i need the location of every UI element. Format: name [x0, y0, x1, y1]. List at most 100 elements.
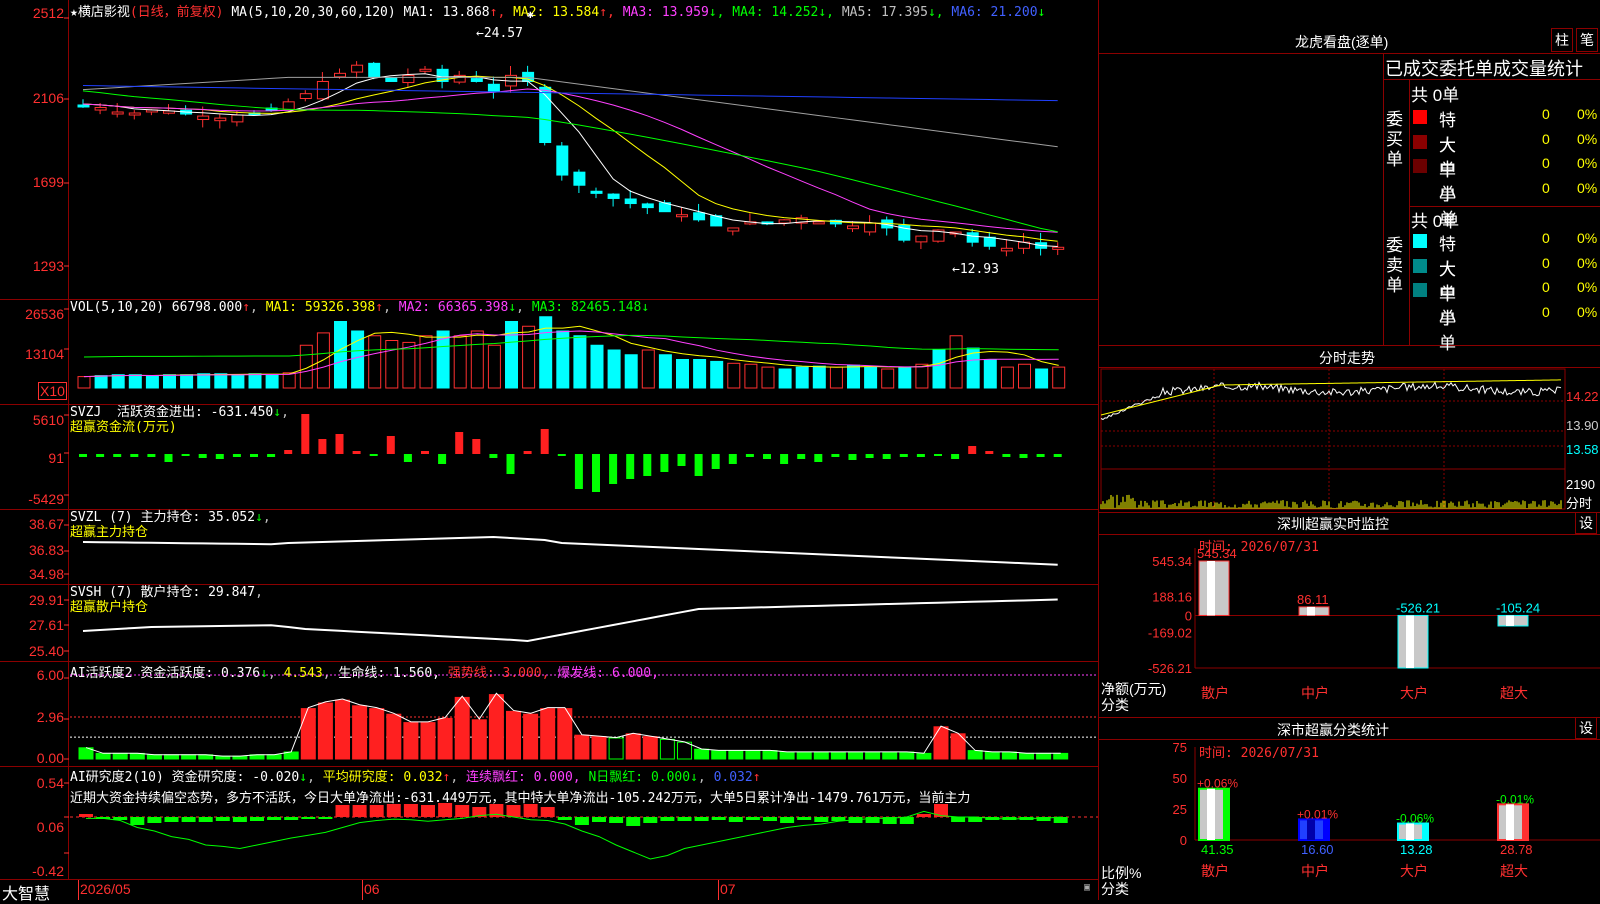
activity-bar	[317, 702, 333, 760]
volume-chart[interactable]	[0, 300, 1098, 405]
volume-bar	[761, 366, 775, 389]
ai-activity-panel[interactable]: 6.00 2.96 0.00 AI活跃度2 资金活跃度: 0.376↓, 4.5…	[0, 662, 1098, 767]
classify-chart[interactable]: 75 50 25 0 +0.06% 41.35 散户 +0.01% 16.60 中户 -0.06% 1…	[1099, 717, 1600, 900]
activity-bar	[266, 754, 282, 760]
fund-bar	[574, 454, 583, 489]
candle	[111, 111, 124, 115]
monitor-y-tick: 188.16	[1152, 590, 1192, 605]
research-bar	[626, 817, 641, 826]
fund-bar	[267, 454, 276, 457]
svzj-panel[interactable]: 5610 91 -5429 SVZJ 活跃资金进出: -631.450↓, 超赢…	[0, 405, 1098, 510]
x-label-jul: 07	[720, 881, 736, 897]
fund-bar	[96, 454, 105, 457]
fund-bar	[215, 454, 224, 459]
research-bar	[164, 817, 179, 822]
intraday-panel[interactable]: 分时走势 14.22 13.90 13.58 2190 分时	[1098, 345, 1600, 513]
fund-bar	[660, 454, 669, 472]
activity-bar	[694, 748, 710, 760]
activity-bar	[146, 754, 162, 760]
classify-panel[interactable]: 深市超赢分类统计 设 75 50 25 0 +0.06% 41.35 散户 +0.01% 16.…	[1098, 717, 1600, 900]
legend-swatch	[1413, 184, 1427, 198]
fund-bar	[284, 450, 293, 454]
ai-research-chart[interactable]	[0, 767, 1098, 880]
candle	[282, 101, 295, 110]
lhb-n: 0	[1542, 106, 1550, 122]
svsh-panel[interactable]: 29.91 27.61 25.40 SVSH (7) 散户持仓: 29.847,…	[0, 585, 1098, 662]
fund-bar	[421, 451, 429, 454]
lhb-p: 0%	[1577, 254, 1598, 271]
fund-bar	[455, 432, 464, 454]
research-bar	[506, 805, 521, 817]
svzl-chart[interactable]	[0, 510, 1098, 585]
realtime-monitor-panel[interactable]: 深圳超赢实时监控 设 545.34 188.16 0 -169.02 -526.21 54…	[1098, 512, 1600, 718]
lhb-n: 0	[1542, 179, 1550, 196]
tick-toggle-button[interactable]: 笔	[1576, 28, 1598, 52]
research-bar	[369, 805, 384, 817]
intraday-avg-line	[1100, 379, 1562, 416]
activity-bar	[813, 751, 829, 760]
classify-category: 超大	[1500, 863, 1528, 879]
candle	[641, 203, 654, 209]
candle	[470, 78, 483, 82]
volume-bar	[265, 374, 279, 389]
candle	[334, 72, 346, 78]
fund-bar	[780, 454, 789, 464]
activity-bar	[352, 705, 368, 760]
activity-bar	[437, 717, 453, 760]
buy-total: 共 0单	[1411, 86, 1460, 105]
candle	[812, 221, 825, 225]
kline-chart[interactable]	[0, 0, 1098, 300]
ai-research-panel[interactable]: 0.54 0.06 -0.42 AI研究度2(10) 资金研究度: -0.020…	[0, 767, 1098, 880]
lhb-n: 0	[1542, 130, 1550, 147]
activity-bar	[471, 719, 487, 760]
research-bar	[540, 807, 555, 817]
intraday-chart[interactable]	[1099, 345, 1600, 512]
classify-value: 16.60	[1301, 842, 1334, 857]
candle	[983, 236, 996, 247]
monitor-y-tick: -526.21	[1148, 661, 1192, 676]
monitor-chart[interactable]: 545.34188.160-169.02-526.21545.34散户86.11…	[1099, 512, 1600, 717]
lhb-n: 0	[1542, 230, 1550, 246]
fund-bar	[934, 454, 942, 456]
fund-bar	[472, 439, 481, 454]
research-bar	[198, 817, 213, 822]
svsh-chart[interactable]	[0, 585, 1098, 662]
classify-change: +0.01%	[1297, 807, 1338, 821]
fund-bar	[369, 454, 378, 456]
volume-bar	[983, 359, 997, 389]
ma-line	[82, 88, 1058, 233]
fund-bar	[865, 454, 874, 458]
fund-bar	[831, 454, 840, 457]
monitor-category: 大户	[1400, 685, 1428, 701]
fund-bar	[899, 454, 908, 457]
research-bar	[455, 805, 470, 817]
column-toggle-button[interactable]: 柱	[1551, 28, 1573, 52]
candle	[487, 83, 500, 93]
intraday-vol-tick: 2190	[1566, 477, 1595, 492]
volume-bar	[744, 363, 758, 389]
svzj-chart[interactable]	[0, 405, 1098, 510]
activity-bar	[882, 751, 898, 760]
fund-bar	[1002, 454, 1011, 457]
classify-change: -0.01%	[1496, 792, 1534, 806]
activity-bar	[1036, 752, 1052, 760]
ai-activity-chart[interactable]	[0, 662, 1098, 767]
kline-panel[interactable]: 2512 2106 1699 1293 ★横店影视(日线，前复权) MA(5,1…	[0, 0, 1098, 300]
volume-bar	[898, 366, 912, 389]
monitor-bar-highlight	[1307, 606, 1315, 616]
classify-y-tick: 50	[1173, 771, 1187, 786]
activity-bar	[830, 751, 846, 760]
volume-bar	[282, 372, 296, 389]
volume-bar	[1052, 366, 1066, 389]
lock-icon[interactable]: ▣	[1084, 882, 1090, 893]
volume-bar	[727, 362, 741, 389]
lhb-p: 0%	[1577, 230, 1598, 246]
volume-panel[interactable]: 26536 13104 X10 VOL(5,10,20) 66798.000↑,…	[0, 300, 1098, 405]
research-bar	[557, 817, 572, 820]
lhb-subtitle: 已成交委托单成交量统计	[1385, 59, 1583, 79]
classify-bar-highlight	[1307, 819, 1315, 840]
research-bar	[318, 817, 333, 819]
candle	[316, 80, 329, 100]
svzl-panel[interactable]: 38.67 36.83 34.98 SVZL (7) 主力持仓: 35.052↓…	[0, 510, 1098, 585]
volume-ma-line	[83, 325, 1059, 378]
